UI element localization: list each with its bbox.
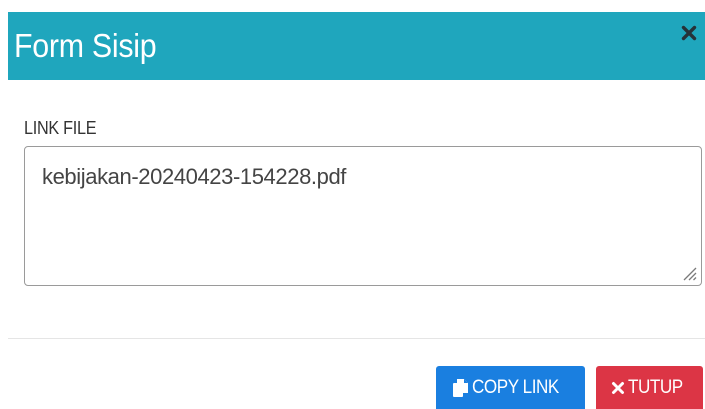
link-file-textarea[interactable]: kebijakan-20240423-154228.pdf [24,146,702,286]
copy-link-button[interactable]: COPY LINK [436,366,585,409]
form-sisip-modal: Form Sisip LINK FILE kebijakan-20240423-… [0,0,705,409]
footer-divider [8,338,705,339]
copy-link-label: COPY LINK [472,376,560,398]
link-file-label: LINK FILE [24,118,97,138]
close-icon-glyph [681,25,697,41]
tutup-button[interactable]: TUTUP [596,366,703,409]
modal-title: Form Sisip [14,27,157,64]
close-icon[interactable] [678,22,700,44]
copy-icon [452,378,469,398]
times-icon [611,381,625,395]
tutup-label: TUTUP [627,376,683,398]
modal-header: Form Sisip [8,12,705,80]
